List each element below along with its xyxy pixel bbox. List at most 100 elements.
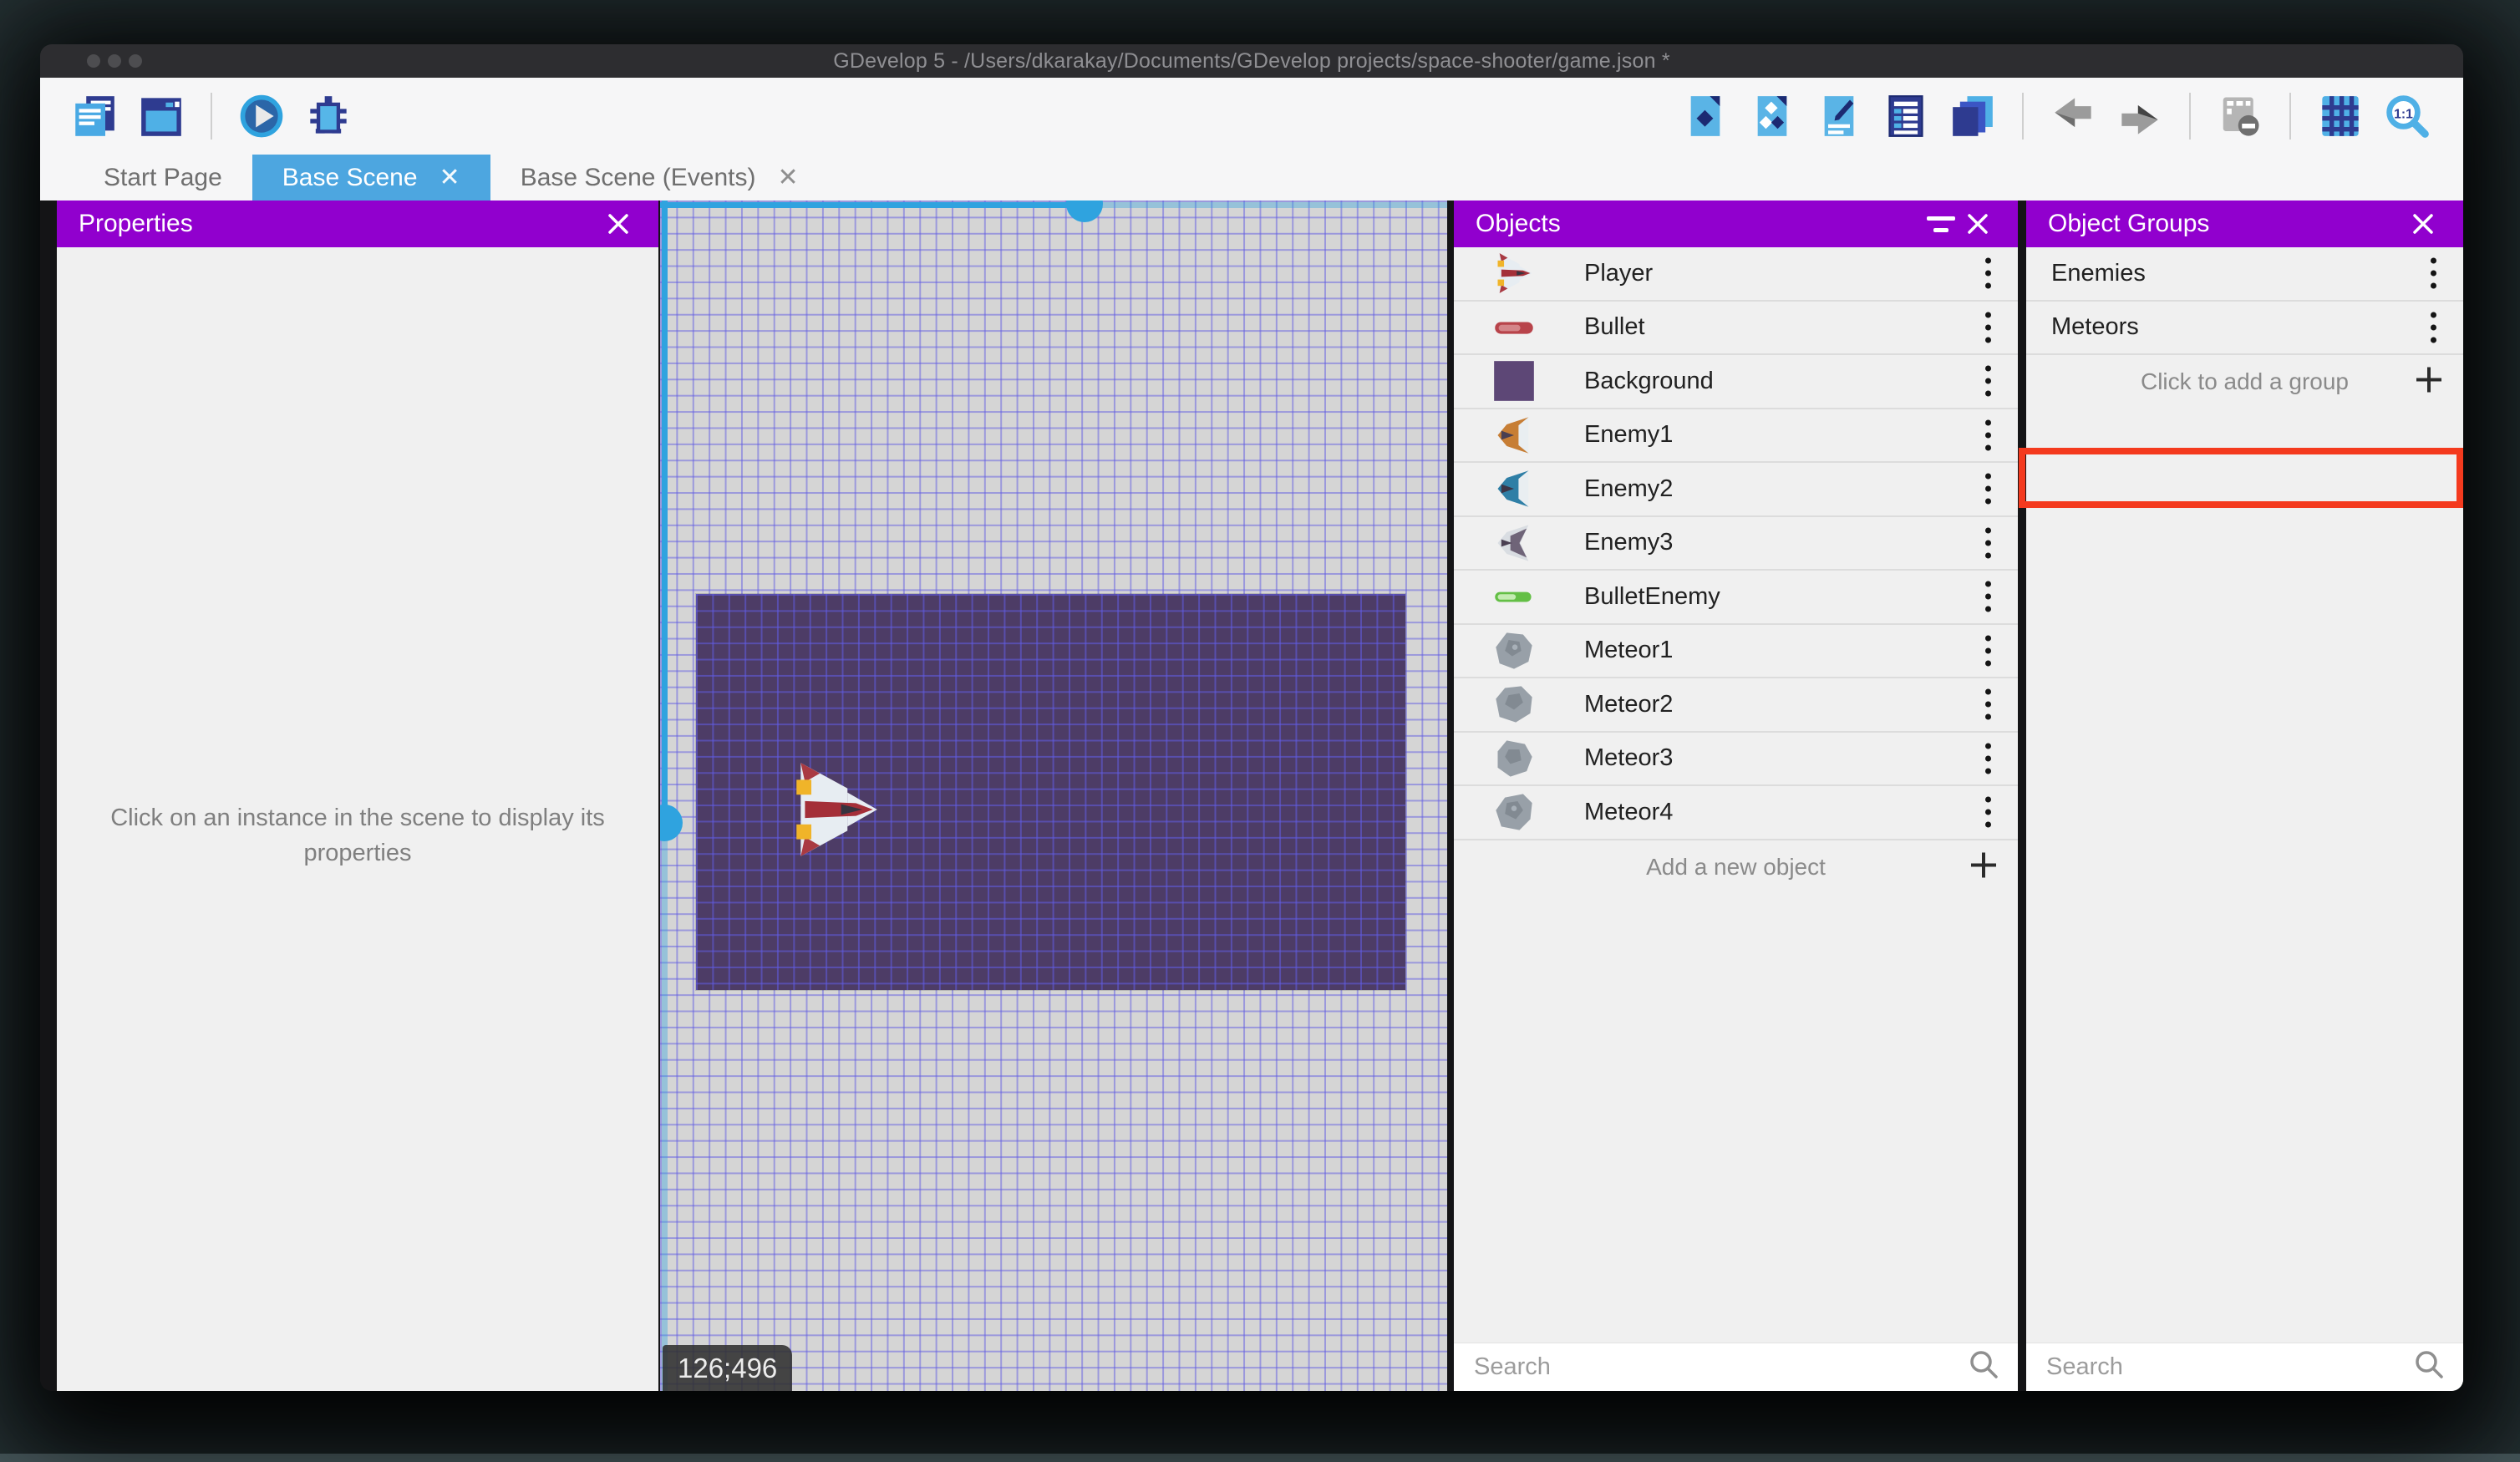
group-row-meteors[interactable]: Meteors — [2026, 301, 2463, 355]
object-row-bullet[interactable]: Bullet — [1454, 301, 2018, 355]
kebab-menu-icon[interactable] — [1979, 520, 1998, 565]
add-new-object-button[interactable]: Add a new object — [1454, 840, 2018, 895]
group-label: Meteors — [2051, 313, 2139, 341]
grid-icon[interactable] — [2318, 94, 2363, 139]
selection-handle[interactable] — [660, 805, 683, 841]
project-manager-icon[interactable] — [72, 94, 117, 139]
object-groups-panel-icon[interactable] — [1750, 94, 1795, 139]
enemy2-sprite-icon — [1492, 467, 1536, 510]
zoom-one-to-one-icon[interactable]: 1:1 — [2385, 94, 2430, 139]
meteor-sprite-icon — [1492, 683, 1536, 726]
toolbar-separator — [2289, 93, 2291, 140]
tab-label: Base Scene (Events) — [520, 163, 756, 191]
scene-canvas[interactable]: 126;496 — [660, 201, 1447, 1391]
debug-icon[interactable] — [306, 94, 351, 139]
objects-panel-icon[interactable] — [1683, 94, 1728, 139]
close-panel-icon[interactable] — [2405, 206, 2441, 242]
kebab-menu-icon[interactable] — [2424, 305, 2443, 349]
tab-base-scene[interactable]: Base Scene ✕ — [251, 155, 490, 201]
kebab-menu-icon[interactable] — [1979, 359, 1998, 404]
selection-border-left — [662, 201, 668, 823]
objects-panel: Objects Player Bullet Background Enemy1 … — [1454, 201, 2018, 1391]
enemy3-sprite-icon — [1492, 521, 1536, 565]
objects-search-input[interactable] — [1454, 1353, 1968, 1381]
close-panel-icon[interactable] — [600, 206, 637, 242]
object-label: Player — [1584, 259, 1654, 287]
panel-title: Objects — [1476, 210, 1561, 237]
object-row-meteor3[interactable]: Meteor3 — [1454, 732, 2018, 786]
kebab-menu-icon[interactable] — [1979, 251, 1998, 296]
object-row-enemy1[interactable]: Enemy1 — [1454, 409, 2018, 463]
object-row-player[interactable]: Player — [1454, 247, 2018, 302]
object-label: Meteor4 — [1584, 798, 1674, 825]
filter-icon[interactable] — [1923, 206, 1959, 242]
undo-icon[interactable] — [2050, 94, 2096, 139]
kebab-menu-icon[interactable] — [2424, 251, 2443, 296]
kebab-menu-icon[interactable] — [1979, 736, 1998, 780]
object-row-meteor1[interactable]: Meteor1 — [1454, 624, 2018, 678]
object-row-bulletenemy[interactable]: BulletEnemy — [1454, 571, 2018, 625]
redo-icon[interactable] — [2117, 94, 2162, 139]
background-sprite-icon — [1492, 359, 1536, 403]
groups-search-bar — [2026, 1343, 2463, 1391]
object-row-meteor4[interactable]: Meteor4 — [1454, 786, 2018, 840]
layers-panel-icon[interactable] — [1950, 94, 1995, 139]
toolbar-separator — [2189, 93, 2191, 140]
plus-icon[interactable] — [1968, 849, 1999, 885]
minimize-window-icon[interactable] — [108, 54, 121, 68]
close-tab-icon[interactable]: ✕ — [439, 165, 460, 190]
player-instance[interactable] — [781, 759, 888, 860]
enemy1-sprite-icon — [1492, 414, 1536, 457]
svg-text:1:1: 1:1 — [2394, 107, 2413, 121]
maximize-window-icon[interactable] — [129, 54, 142, 68]
kebab-menu-icon[interactable] — [1979, 467, 1998, 511]
object-label: BulletEnemy — [1584, 582, 1720, 610]
kebab-menu-icon[interactable] — [1979, 683, 1998, 727]
player-sprite-icon — [1492, 251, 1536, 295]
plus-icon[interactable] — [2413, 364, 2445, 400]
properties-panel-icon[interactable] — [1816, 94, 1862, 139]
tab-label: Start Page — [104, 163, 222, 191]
bullet-sprite-icon — [1492, 306, 1536, 349]
kebab-menu-icon[interactable] — [1979, 790, 1998, 835]
editor-content: Properties Click on an instance in the s… — [40, 201, 2463, 1391]
object-label: Meteor2 — [1584, 690, 1674, 718]
objects-panel-header: Objects — [1454, 201, 2018, 247]
properties-panel-header: Properties — [57, 201, 658, 247]
meteor-sprite-icon — [1492, 629, 1536, 673]
window-mask-icon[interactable] — [2218, 94, 2263, 139]
instances-list-icon[interactable] — [1883, 94, 1928, 139]
window-title: GDevelop 5 - /Users/dkarakay/Documents/G… — [833, 48, 1670, 73]
title-bar: GDevelop 5 - /Users/dkarakay/Documents/G… — [40, 44, 2463, 78]
kebab-menu-icon[interactable] — [1979, 413, 1998, 457]
properties-panel: Properties Click on an instance in the s… — [57, 201, 658, 1391]
group-row-enemies[interactable]: Enemies — [2026, 247, 2463, 302]
search-icon — [2413, 1348, 2446, 1386]
object-row-enemy3[interactable]: Enemy3 — [1454, 516, 2018, 571]
close-panel-icon[interactable] — [1959, 206, 1996, 242]
tab-start-page[interactable]: Start Page — [74, 155, 252, 201]
tab-base-scene-events[interactable]: Base Scene (Events) ✕ — [490, 155, 829, 201]
search-icon — [1968, 1348, 2001, 1386]
kebab-menu-icon[interactable] — [1979, 575, 1998, 619]
object-groups-panel-header: Object Groups — [2026, 201, 2463, 247]
main-toolbar: 1:1 — [40, 78, 2463, 155]
play-icon[interactable] — [239, 94, 284, 139]
selection-handle[interactable] — [1066, 201, 1103, 222]
traffic-lights[interactable] — [40, 44, 157, 78]
kebab-menu-icon[interactable] — [1979, 305, 1998, 349]
kebab-menu-icon[interactable] — [1979, 628, 1998, 673]
close-window-icon[interactable] — [87, 54, 100, 68]
object-row-background[interactable]: Background — [1454, 355, 2018, 409]
object-row-meteor2[interactable]: Meteor2 — [1454, 678, 2018, 733]
scene-editor-icon[interactable] — [139, 94, 184, 139]
object-row-enemy2[interactable]: Enemy2 — [1454, 463, 2018, 517]
selection-border-left-faint — [662, 823, 668, 1391]
selection-border-top-faint — [1085, 202, 1447, 208]
object-label: Bullet — [1584, 313, 1645, 341]
meteor-sprite-icon — [1492, 737, 1536, 780]
object-label: Enemy2 — [1584, 475, 1674, 502]
groups-search-input[interactable] — [2026, 1353, 2413, 1381]
close-tab-icon[interactable]: ✕ — [778, 165, 799, 190]
add-group-button[interactable]: Click to add a group — [2026, 355, 2463, 409]
